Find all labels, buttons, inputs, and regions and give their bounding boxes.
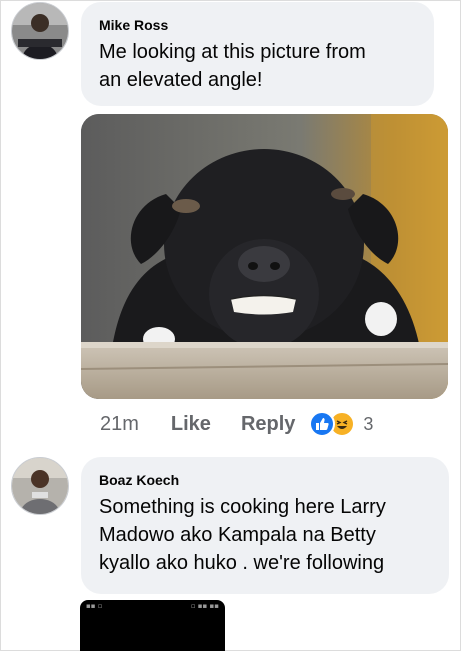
comment-text: Me looking at this picture from an eleva… [99,38,416,94]
comment-author[interactable]: Boaz Koech [99,471,431,489]
like-button[interactable]: Like [171,413,211,436]
comment-bubble-1: Mike Ross Me looking at this picture fro… [81,2,434,106]
comment-bubble-2: Boaz Koech Something is cooking here Lar… [81,457,449,594]
comment-text-line: Something is cooking here Larry [99,496,386,518]
comment-author[interactable]: Mike Ross [99,16,416,34]
phone-status-bar: ▪▪ ▫ ▫ ▪▪ ▪▪ [86,602,219,610]
avatar-boaz-koech[interactable] [11,457,69,515]
comment-attached-photo[interactable] [81,114,448,399]
reaction-summary[interactable]: 3 [309,411,373,437]
comment-text-line: Me looking at this picture from [99,41,366,63]
comment-text-line: kyallo ako huko . we're following [99,552,385,574]
reaction-count: 3 [363,413,374,434]
like-icon [309,411,336,437]
attached-screenshot-thumbnail[interactable]: ▪▪ ▫ ▫ ▪▪ ▪▪ [80,600,225,651]
reply-button[interactable]: Reply [241,413,295,436]
comment-timestamp[interactable]: 21m [100,413,139,436]
comment-text-line: Madowo ako Kampala na Betty [99,524,376,546]
comment-text: Something is cooking here Larry Madowo a… [99,493,431,577]
avatar-mike-ross[interactable] [11,2,69,60]
comment-actions: 21m Like Reply 3 [100,410,373,438]
comment-text-line: an elevated angle! [99,69,263,91]
